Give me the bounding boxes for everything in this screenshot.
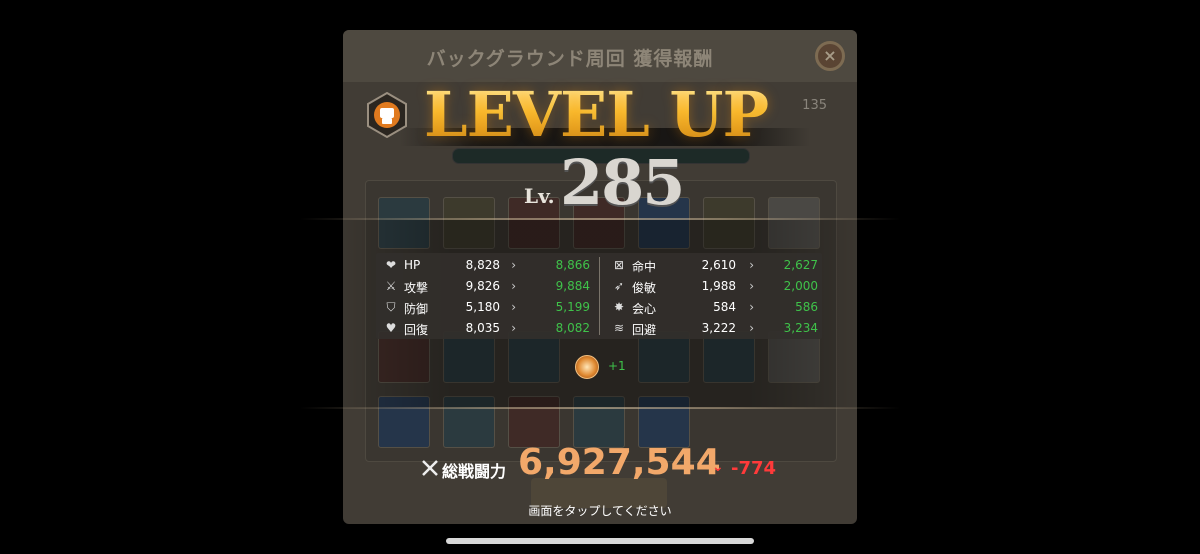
dialog-header: バックグラウンド周回 獲得報酬 × — [343, 30, 857, 82]
stat-old-value: 2,610 — [701, 258, 736, 272]
level-up-heading: LEVEL UP — [424, 78, 769, 151]
reward-count: 135 — [802, 98, 827, 113]
critical-icon: ✸ — [613, 300, 625, 314]
stat-old-value: 8,828 — [465, 258, 500, 272]
stat-new-value: 3,234 — [783, 321, 818, 335]
stat-label: 攻撃 — [404, 281, 429, 295]
stat-new-value: 5,199 — [555, 300, 590, 314]
stat-old-value: 8,035 — [465, 321, 500, 335]
skill-bonus: +1 — [608, 359, 626, 373]
stat-new-value: 8,082 — [555, 321, 590, 335]
stats-table: ❤ HP 8,828 › 8,866 ⚔ 攻撃 9,826 › 9,884 ⛉ … — [376, 253, 822, 339]
fist-skill-icon — [575, 355, 599, 379]
stat-row-accuracy: ⊠ 命中 2,610 › 2,627 — [604, 255, 822, 276]
stat-old-value: 1,988 — [701, 279, 736, 293]
stat-row-agility: ➶ 俊敏 1,988 › 2,000 — [604, 276, 822, 297]
tap-to-continue-hint[interactable]: 画面をタップしてください — [0, 502, 1200, 519]
stat-new-value: 2,627 — [783, 258, 818, 272]
home-indicator[interactable] — [446, 538, 754, 544]
stat-label: 防御 — [404, 302, 429, 316]
stat-new-value: 9,884 — [555, 279, 590, 293]
stats-column-left: ❤ HP 8,828 › 8,866 ⚔ 攻撃 9,826 › 9,884 ⛉ … — [376, 255, 594, 339]
target-icon: ⊠ — [613, 258, 625, 272]
stat-label: 会心 — [632, 302, 657, 316]
chevron-right-icon: › — [511, 300, 516, 314]
stat-label: 俊敏 — [632, 281, 657, 295]
stat-label: 回避 — [632, 323, 657, 337]
chevron-right-icon: › — [511, 279, 516, 293]
stat-new-value: 2,000 — [783, 279, 818, 293]
chevron-right-icon: › — [511, 258, 516, 272]
shield-icon: ⛉ — [386, 300, 396, 314]
crossed-swords-icon — [422, 460, 438, 476]
heart-icon: ❤ — [385, 258, 397, 272]
stat-row-hp: ❤ HP 8,828 › 8,866 — [376, 255, 594, 276]
stat-label: 回復 — [404, 323, 429, 337]
stat-new-value: 586 — [795, 300, 818, 314]
dialog-title: バックグラウンド周回 獲得報酬 — [426, 48, 714, 70]
chevron-right-icon: › — [749, 300, 754, 314]
stats-column-right: ⊠ 命中 2,610 › 2,627 ➶ 俊敏 1,988 › 2,000 ✸ … — [604, 255, 822, 339]
chevron-right-icon: › — [511, 321, 516, 335]
double-chevron-down-icon: ⌄ — [712, 459, 724, 475]
chevron-right-icon: › — [749, 279, 754, 293]
stat-row-heal: ♥ 回復 8,035 › 8,082 — [376, 318, 594, 339]
total-power-diff: -774 — [731, 458, 777, 479]
stat-label: 命中 — [632, 260, 657, 274]
level-prefix: Lv. — [524, 184, 555, 208]
stat-old-value: 9,826 — [465, 279, 500, 293]
stat-row-attack: ⚔ 攻撃 9,826 › 9,884 — [376, 276, 594, 297]
chevron-right-icon: › — [749, 321, 754, 335]
heal-icon: ♥ — [385, 321, 397, 335]
chevron-right-icon: › — [749, 258, 754, 272]
stat-old-value: 5,180 — [465, 300, 500, 314]
level-number: 285 — [560, 146, 685, 219]
stat-label: HP — [404, 258, 421, 272]
stat-old-value: 3,222 — [701, 321, 736, 335]
sword-icon: ⚔ — [385, 279, 397, 293]
stat-new-value: 8,866 — [555, 258, 590, 272]
stat-row-defense: ⛉ 防御 5,180 › 5,199 — [376, 297, 594, 318]
total-power-label: 総戦闘力 — [442, 462, 507, 481]
stat-row-critical: ✸ 会心 584 › 586 — [604, 297, 822, 318]
stats-divider — [599, 257, 600, 335]
close-button[interactable]: × — [815, 41, 845, 71]
total-power-value: 6,927,544 — [518, 442, 721, 483]
agility-icon: ➶ — [613, 279, 625, 293]
evade-icon: ≋ — [613, 321, 625, 335]
stat-old-value: 584 — [713, 300, 736, 314]
divider-line-bottom — [300, 407, 900, 409]
stat-row-evade: ≋ 回避 3,222 › 3,234 — [604, 318, 822, 339]
